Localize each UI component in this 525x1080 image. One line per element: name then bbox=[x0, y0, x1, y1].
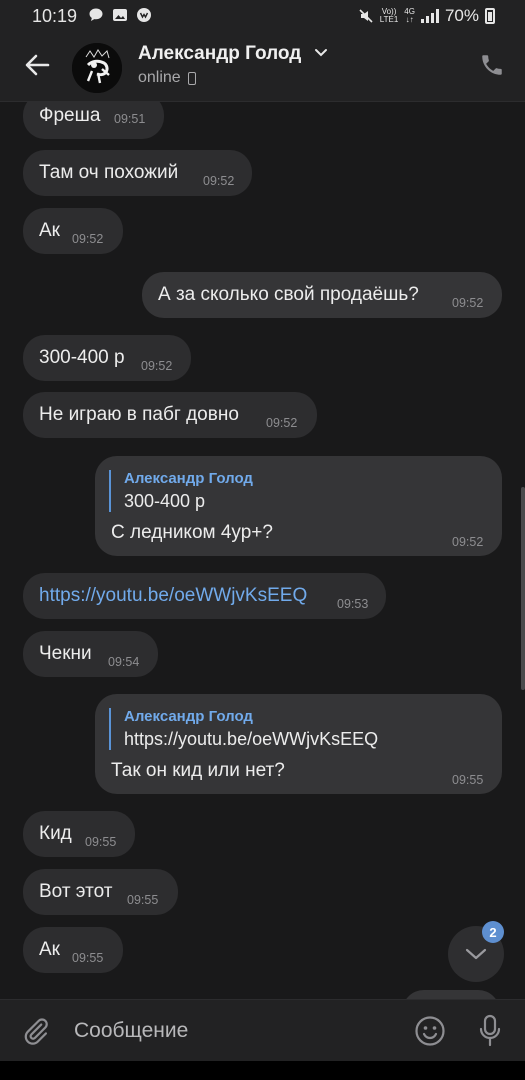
message-time: 09:55 bbox=[127, 893, 159, 907]
message-time: 09:52 bbox=[266, 416, 298, 430]
message-text: Ак bbox=[39, 939, 60, 960]
message-time: 09:52 bbox=[72, 232, 104, 246]
message-bubble-in[interactable]: Не играю в пабг довно 09:52 bbox=[23, 392, 317, 438]
message-text: С ледником 4ур+? bbox=[111, 522, 273, 543]
message-bubble-in[interactable]: Ак 09:52 bbox=[23, 208, 123, 254]
quote-author: Александр Голод bbox=[124, 470, 253, 487]
chevron-down-icon bbox=[465, 948, 487, 960]
message-time: 09:52 bbox=[141, 359, 173, 373]
mute-icon bbox=[359, 9, 373, 23]
message-text: 300-400 р bbox=[39, 347, 125, 368]
message-text: А за сколько свой продаёшь? bbox=[158, 284, 419, 305]
network-activity: ↓↑ bbox=[405, 15, 414, 24]
message-link[interactable]: https://youtu.be/oeWWjvKsEEQ bbox=[39, 585, 307, 607]
quote-text: https://youtu.be/oeWWjvKsEEQ bbox=[124, 729, 379, 749]
message-bubble-in[interactable]: Вот этот 09:55 bbox=[23, 869, 178, 915]
message-bubble-in[interactable]: Чекни 09:54 bbox=[23, 631, 158, 677]
battery-percent: 70% bbox=[444, 6, 479, 25]
quote-author: Александр Голод bbox=[124, 708, 253, 725]
message-bubble-in[interactable]: https://youtu.be/oeWWjvKsEEQ 09:53 bbox=[23, 573, 386, 619]
system-indicators: Vo)) LTE1 4G ↓↑ 70% bbox=[358, 6, 495, 26]
message-bubble-in[interactable]: Там оч похожий 09:52 bbox=[23, 150, 252, 196]
message-time: 09:53 bbox=[337, 597, 369, 611]
message-bubble-out-partial[interactable] bbox=[402, 990, 500, 999]
gallery-notification-icon bbox=[113, 9, 127, 21]
avatar-image bbox=[72, 43, 122, 93]
vk-notification-icon bbox=[137, 8, 151, 22]
volte-bottom: LTE1 bbox=[379, 15, 399, 24]
message-time: 09:51 bbox=[114, 112, 146, 126]
status-bar: 10:19 Vo)) LTE1 4G ↓↑ 70% bbox=[0, 0, 525, 34]
network-indicator: 4G ↓↑ bbox=[404, 8, 415, 24]
paperclip-icon[interactable] bbox=[22, 1016, 50, 1046]
message-text: Так он кид или нет? bbox=[111, 760, 285, 781]
message-time: 09:52 bbox=[452, 535, 484, 549]
message-list[interactable]: Фреша 09:51 Там оч похожий 09:52 Ак 09:5… bbox=[0, 101, 525, 999]
chevron-down-icon[interactable] bbox=[314, 48, 328, 58]
emoji-icon[interactable] bbox=[414, 1015, 446, 1047]
message-bubble-out[interactable]: А за сколько свой продаёшь? 09:52 bbox=[142, 272, 502, 318]
message-text: Кид bbox=[39, 823, 72, 844]
message-text: Там оч похожий bbox=[39, 162, 179, 183]
mobile-device-icon bbox=[187, 71, 196, 85]
avatar[interactable] bbox=[72, 43, 122, 93]
message-time: 09:55 bbox=[72, 951, 104, 965]
message-text: Фреша bbox=[39, 105, 101, 126]
message-time: 09:52 bbox=[452, 296, 484, 310]
message-bubble-in[interactable]: Кид 09:55 bbox=[23, 811, 135, 857]
message-time: 09:55 bbox=[452, 773, 484, 787]
message-text: Вот этот bbox=[39, 881, 113, 902]
message-time: 09:55 bbox=[85, 835, 117, 849]
message-bubble-in[interactable]: Ак 09:55 bbox=[23, 927, 123, 973]
status-time: 10:19 bbox=[32, 6, 78, 26]
message-input[interactable]: Сообщение bbox=[74, 1019, 188, 1043]
scrollbar-thumb[interactable] bbox=[521, 487, 525, 690]
message-text: Чекни bbox=[39, 643, 92, 664]
contact-name[interactable]: Александр Голод bbox=[138, 43, 301, 65]
message-bubble-out-reply[interactable]: Александр Голод https://youtu.be/oeWWjvK… bbox=[95, 694, 502, 794]
message-bubble-in[interactable]: 300-400 р 09:52 bbox=[23, 335, 191, 381]
contact-status: online bbox=[138, 69, 196, 87]
chat-notification-icon bbox=[89, 8, 103, 21]
reply-quote[interactable]: Александр Голод https://youtu.be/oeWWjvK… bbox=[109, 708, 378, 750]
reply-quote[interactable]: Александр Голод 300-400 р bbox=[109, 470, 253, 512]
message-composer: Сообщение bbox=[0, 999, 525, 1062]
system-navigation-bar bbox=[0, 1061, 525, 1080]
signal-icon bbox=[420, 9, 439, 23]
quote-text: 300-400 р bbox=[124, 491, 206, 511]
phone-call-icon[interactable] bbox=[479, 52, 505, 78]
message-time: 09:52 bbox=[203, 174, 235, 188]
back-arrow-icon[interactable] bbox=[22, 50, 52, 80]
message-text: Не играю в пабг довно bbox=[39, 404, 239, 425]
online-status: online bbox=[138, 69, 181, 86]
chat-header: Александр Голод online bbox=[0, 34, 525, 102]
microphone-icon[interactable] bbox=[478, 1014, 502, 1048]
volte-indicator: Vo)) LTE1 bbox=[380, 8, 399, 24]
unread-count-badge: 2 bbox=[482, 921, 504, 943]
message-time: 09:54 bbox=[108, 655, 140, 669]
battery-icon bbox=[485, 8, 495, 24]
message-bubble-in[interactable]: Фреша 09:51 bbox=[23, 101, 164, 139]
message-bubble-out-reply[interactable]: Александр Голод 300-400 р С ледником 4ур… bbox=[95, 456, 502, 556]
message-text: Ак bbox=[39, 220, 60, 241]
notification-icons bbox=[88, 7, 152, 23]
